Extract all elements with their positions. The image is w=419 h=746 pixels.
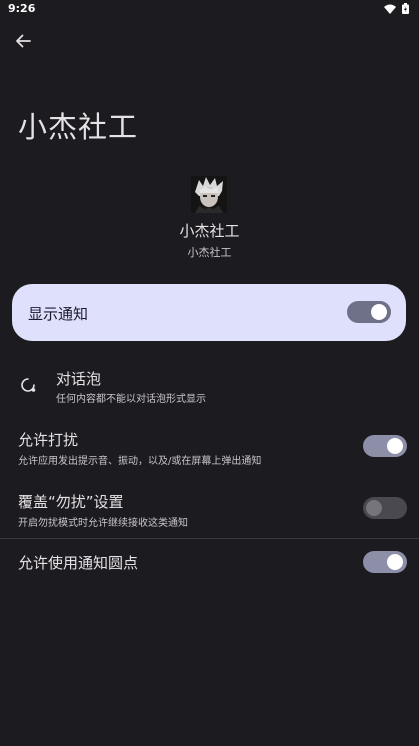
notification-dot-row[interactable]: 允许使用通知圆点 xyxy=(0,548,419,578)
back-button[interactable] xyxy=(12,30,34,52)
app-name: 小杰社工 xyxy=(179,222,240,240)
dnd-override-subtitle: 开启勿扰模式时允许继续接收这类通知 xyxy=(18,518,188,529)
show-notifications-card[interactable]: 显示通知 xyxy=(12,284,406,341)
bubbles-row[interactable]: 对话泡 任何内容都不能以对话泡形式显示 xyxy=(0,362,419,408)
status-icons xyxy=(384,3,409,14)
allow-interrupt-subtitle: 允许应用发出提示音、振动，以及/或在屏幕上弹出通知 xyxy=(18,456,262,467)
status-bar: 9:26 xyxy=(0,0,419,20)
bubble-icon xyxy=(21,378,36,392)
allow-interrupt-toggle[interactable] xyxy=(363,435,407,457)
toggle-thumb xyxy=(387,438,403,454)
notification-dot-toggle[interactable] xyxy=(363,551,407,573)
show-notifications-label: 显示通知 xyxy=(28,305,89,323)
toggle-thumb xyxy=(371,304,387,320)
bubbles-title: 对话泡 xyxy=(56,370,102,388)
allow-interrupt-title: 允许打扰 xyxy=(18,431,79,449)
app-subtitle: 小杰社工 xyxy=(187,246,232,259)
battery-icon xyxy=(402,3,409,14)
status-time: 9:26 xyxy=(8,2,36,15)
dnd-override-title: 覆盖“勿扰”设置 xyxy=(18,493,124,511)
dnd-override-toggle[interactable] xyxy=(363,497,407,519)
toggle-thumb xyxy=(387,554,403,570)
wifi-icon xyxy=(384,4,396,14)
arrow-back-icon xyxy=(16,34,31,48)
app-icon xyxy=(191,176,227,213)
divider xyxy=(0,538,419,539)
show-notifications-toggle[interactable] xyxy=(347,301,391,323)
allow-interrupt-row[interactable]: 允许打扰 允许应用发出提示音、振动，以及/或在屏幕上弹出通知 xyxy=(0,426,419,470)
app-avatar-image xyxy=(191,176,227,213)
bubbles-subtitle: 任何内容都不能以对话泡形式显示 xyxy=(56,394,206,405)
notification-dot-title: 允许使用通知圆点 xyxy=(18,554,139,572)
page-title: 小杰社工 xyxy=(18,110,139,144)
dnd-override-row[interactable]: 覆盖“勿扰”设置 开启勿扰模式时允许继续接收这类通知 xyxy=(0,488,419,532)
toggle-thumb xyxy=(366,500,382,516)
